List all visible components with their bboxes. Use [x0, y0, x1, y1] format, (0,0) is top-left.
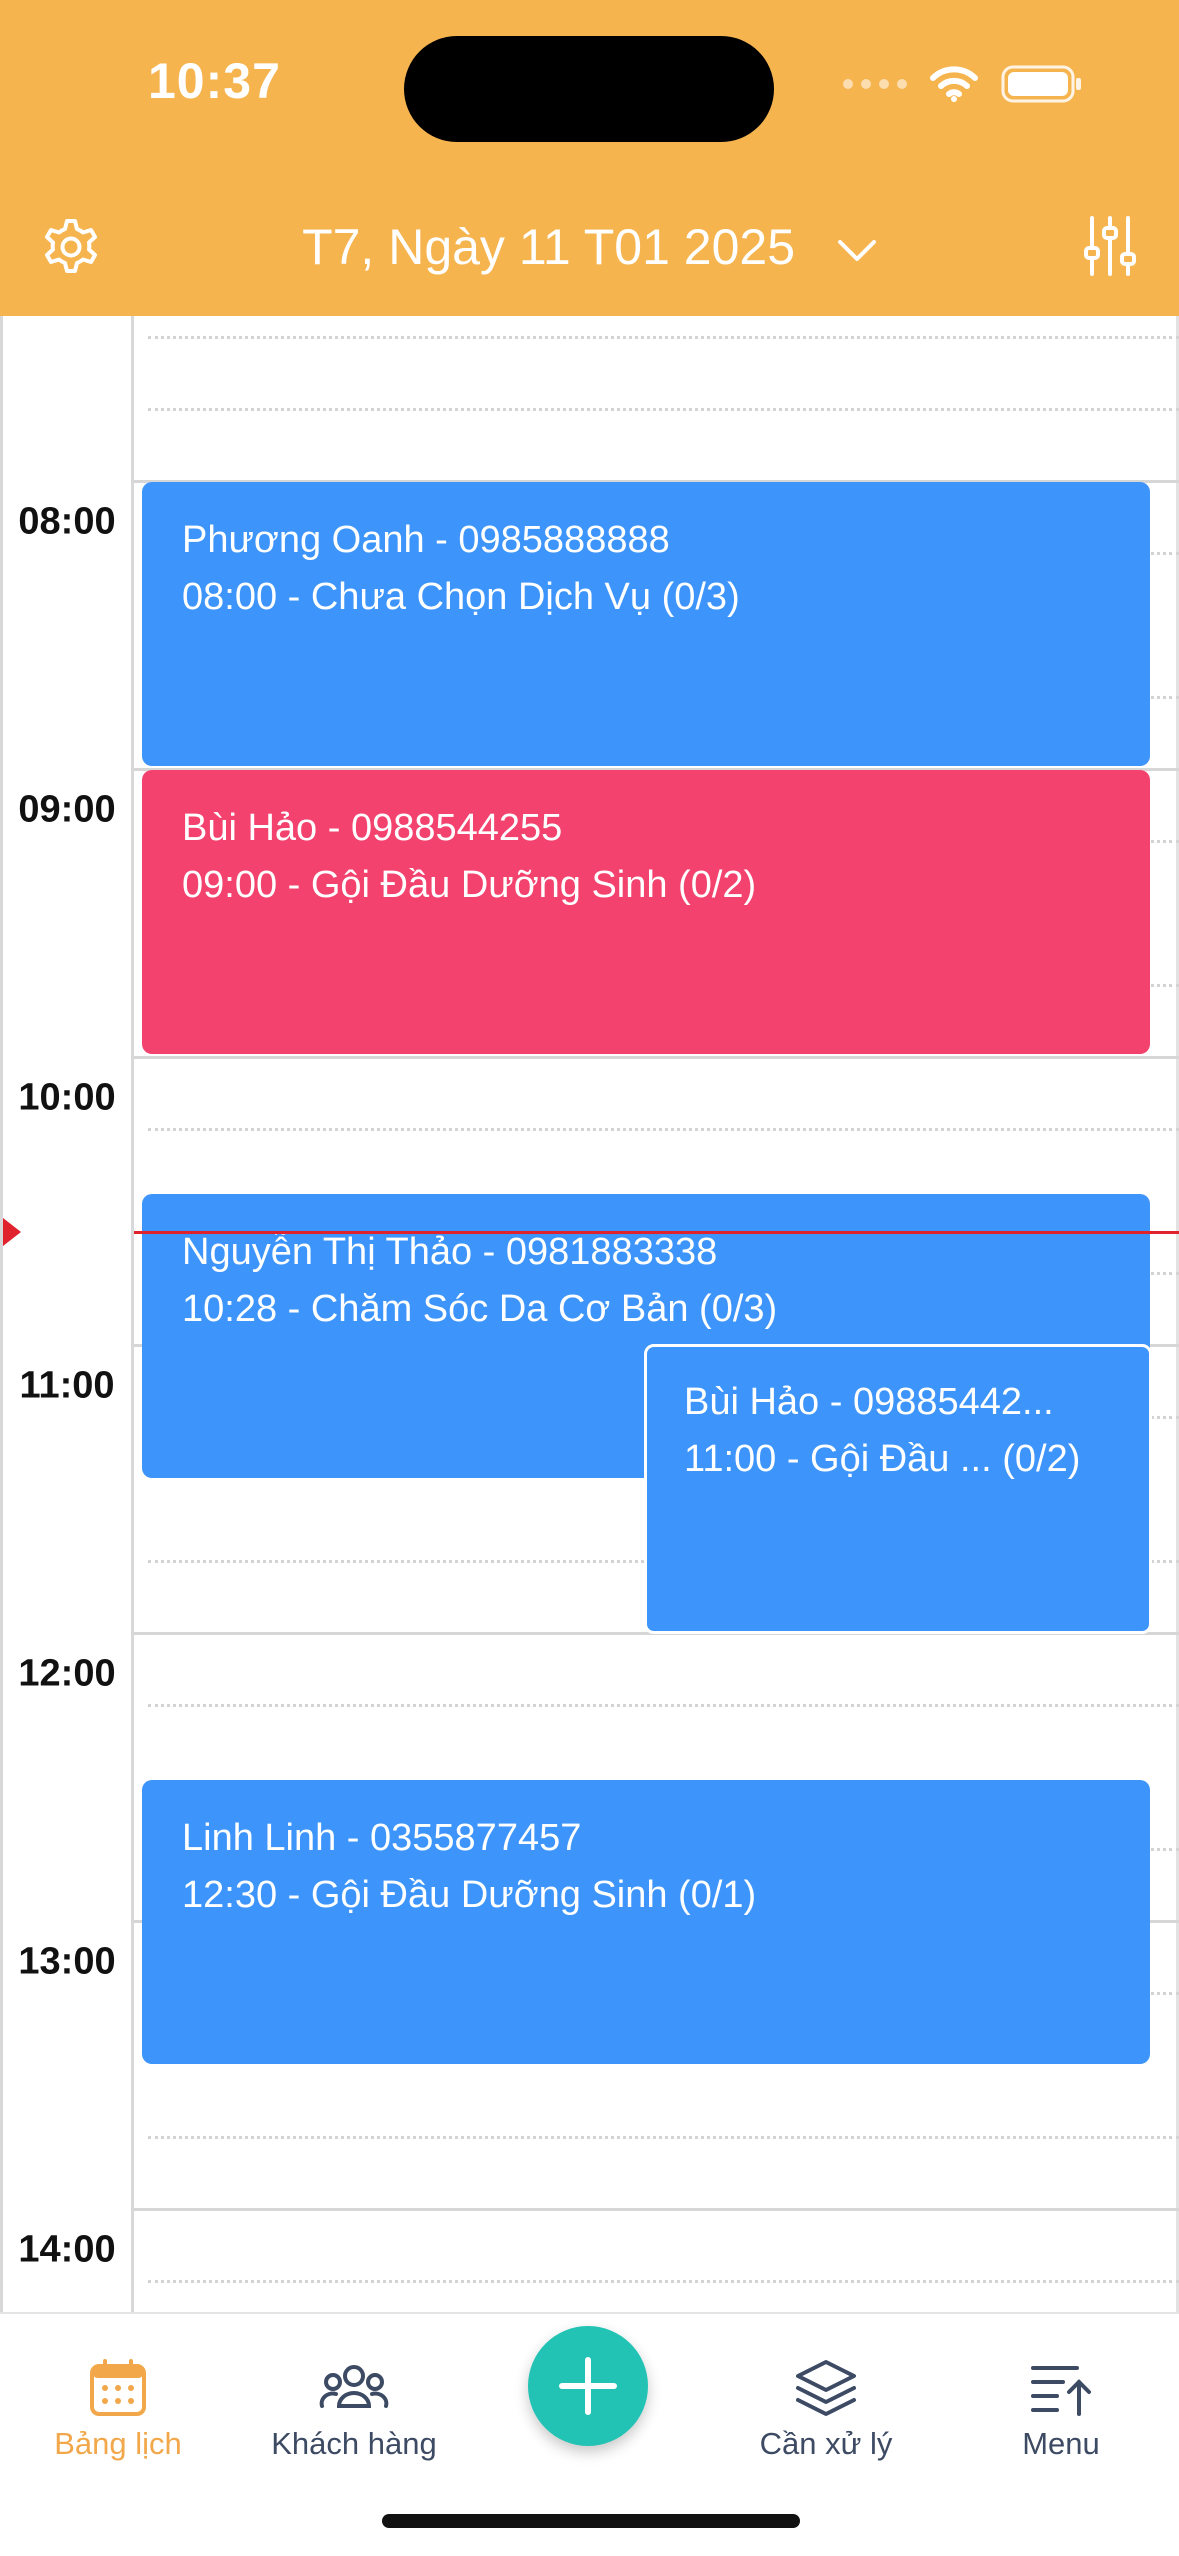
quarter-line: [148, 2280, 1179, 2283]
tab-label: Menu: [1022, 2426, 1100, 2461]
date-selector[interactable]: T7, Ngày 11 T01 2025: [0, 214, 1179, 276]
dynamic-island: [404, 36, 774, 142]
quarter-line: [148, 2136, 1179, 2139]
menu-sort-icon: [943, 2358, 1179, 2418]
quarter-line: [148, 336, 1179, 339]
appointment-customer: Bùi Hảo - 09885442...: [684, 1381, 1054, 1423]
quarter-line: [148, 1704, 1179, 1707]
appointment-service: 12:30 - Gội Đầu Dưỡng Sinh (0/1): [182, 1874, 757, 1916]
current-time-line: [134, 1231, 1179, 1234]
status-icons: [843, 64, 1083, 104]
add-appointment-button[interactable]: [528, 2326, 648, 2446]
appointment-card[interactable]: Bùi Hảo - 09885442... 11:00 - Gội Đầu ..…: [644, 1344, 1152, 1634]
hour-line: [134, 1056, 1179, 1059]
signal-icon: [843, 79, 907, 89]
time-label: 12:00: [18, 1652, 116, 1695]
appointment-card[interactable]: Linh Linh - 0355877457 12:30 - Gội Đầu D…: [142, 1780, 1150, 2064]
battery-icon: [1001, 65, 1081, 103]
appointment-card[interactable]: Phương Oanh - 0985888888 08:00 - Chưa Ch…: [142, 482, 1150, 766]
tab-label: Khách hàng: [271, 2426, 437, 2461]
appointment-customer: Bùi Hảo - 0988544255: [182, 807, 563, 849]
status-time: 10:37: [148, 53, 281, 109]
filter-sliders-icon[interactable]: [1083, 214, 1137, 283]
appointment-service: 11:00 - Gội Đầu ... (0/2): [684, 1438, 1081, 1480]
layers-icon: [708, 2358, 944, 2420]
appointment-service: 08:00 - Chưa Chọn Dịch Vụ (0/3): [182, 576, 740, 618]
time-label: 14:00: [18, 2228, 116, 2271]
day-calendar[interactable]: 08:00 09:00 10:00 11:00 12:00 13:00 14:0…: [0, 316, 1179, 2316]
hour-line: [134, 2208, 1179, 2211]
time-label: 09:00: [18, 788, 116, 831]
chevron-down-icon: [837, 218, 877, 276]
appointment-service: 10:28 - Chăm Sóc Da Cơ Bản (0/3): [182, 1288, 778, 1330]
wifi-icon: [930, 66, 978, 102]
plus-icon: [559, 2357, 617, 2415]
tab-label: Bảng lịch: [54, 2426, 182, 2461]
date-title: T7, Ngày 11 T01 2025: [302, 218, 795, 275]
time-label: 11:00: [19, 1364, 115, 1407]
time-column: [0, 316, 134, 2316]
current-time-marker-icon: [3, 1218, 21, 1246]
appointment-card[interactable]: Bùi Hảo - 0988544255 09:00 - Gội Đầu Dưỡ…: [142, 770, 1150, 1054]
customers-icon: [236, 2358, 472, 2418]
quarter-line: [148, 1128, 1179, 1131]
time-label: 10:00: [18, 1076, 116, 1119]
time-label: 08:00: [18, 500, 116, 543]
appointment-service: 09:00 - Gội Đầu Dưỡng Sinh (0/2): [182, 864, 757, 906]
appointment-customer: Phương Oanh - 0985888888: [182, 519, 670, 561]
appointment-customer: Linh Linh - 0355877457: [182, 1817, 582, 1859]
quarter-line: [148, 408, 1179, 411]
tab-label: Cần xử lý: [759, 2426, 893, 2461]
home-indicator: [382, 2514, 800, 2528]
top-header: 10:37 T7, Ngày 11 T01 2025: [0, 0, 1179, 316]
time-label: 13:00: [18, 1940, 116, 1983]
calendar-icon: [0, 2358, 236, 2418]
